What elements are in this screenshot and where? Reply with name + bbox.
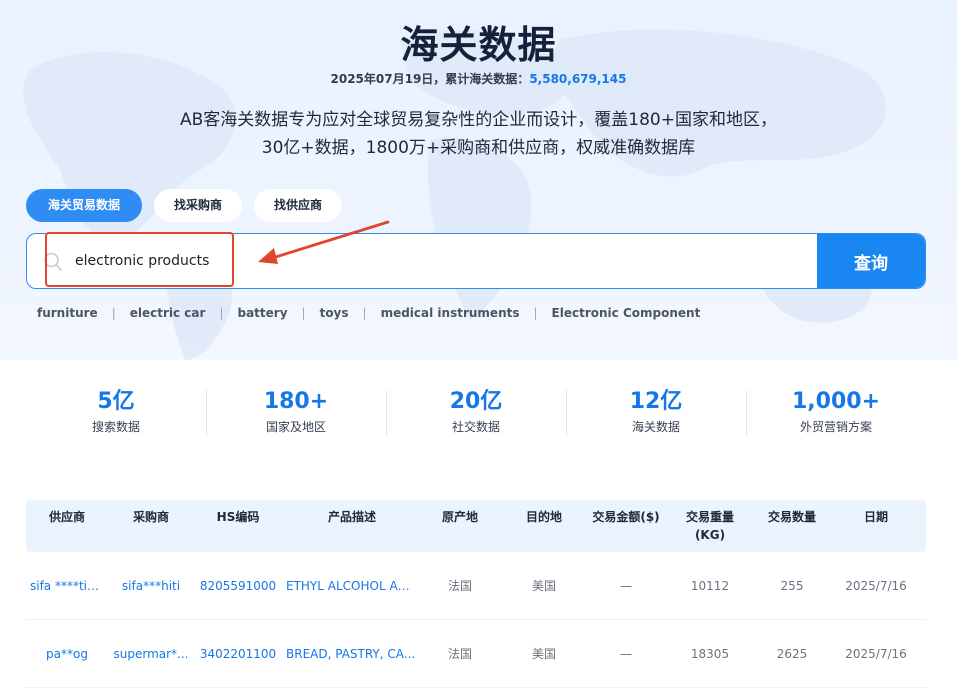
hero-section: 海关数据 2025年07月19日，累计海关数据：5,580,679,145 AB…	[0, 0, 957, 360]
stat-value: 180+	[263, 389, 329, 414]
description-line-2: 30亿+数据，1800万+采购商和供应商，权威准确数据库	[261, 138, 696, 158]
header-weight-unit: (KG)	[694, 528, 726, 542]
cell-date: 2025/7/16	[845, 578, 907, 593]
data-summary: 2025年07月19日，累计海关数据：5,580,679,145	[0, 70, 957, 87]
cell-destination: 美国	[531, 647, 556, 661]
total-count: 5,580,679,145	[529, 72, 627, 86]
header-date: 日期	[863, 510, 888, 524]
cell-buyer[interactable]: sifa***hiti	[108, 579, 194, 593]
stat-item: 180+ 国家及地区	[206, 388, 386, 440]
keyword-furniture[interactable]: furniture	[37, 306, 98, 320]
cell-supplier[interactable]: sifa ****time	[26, 579, 108, 593]
cell-weight: 18305	[690, 646, 730, 661]
stat-value: 5亿	[97, 389, 135, 414]
stat-label: 外贸营销方案	[799, 420, 872, 434]
table-row: pa**og supermar*... 3402201100 BREAD, PA…	[26, 620, 926, 688]
table-header: 供应商 采购商 HS编码 产品描述 原产地 目的地 交易金额($) 交易重量 (…	[26, 500, 926, 552]
description-line-1: AB客海关数据专为应对全球贸易复杂性的企业而设计，覆盖180+国家和地区，	[180, 110, 777, 130]
cell-weight: 10112	[690, 578, 730, 593]
keyword-separator: |	[219, 306, 224, 320]
header-weight-label: 交易重量	[685, 510, 734, 524]
date-prefix: 2025年07月19日，累计海关数据：	[330, 72, 530, 86]
cell-quantity: 2625	[776, 646, 808, 661]
header-origin: 原产地	[441, 510, 478, 524]
keyword-separator: |	[362, 306, 367, 320]
tab-customs-trade-data[interactable]: 海关贸易数据	[26, 189, 143, 222]
stat-item: 5亿 搜索数据	[26, 388, 206, 440]
stat-value: 12亿	[629, 389, 683, 414]
annotation-highlight-box	[45, 232, 234, 287]
header-amount: 交易金额($)	[592, 510, 660, 524]
annotation-arrow-icon	[258, 220, 390, 264]
tab-find-buyers[interactable]: 找采购商	[154, 189, 243, 222]
cell-hs-code[interactable]: 3402201100	[194, 647, 282, 661]
cell-destination: 美国	[531, 579, 556, 593]
header-buyer: 采购商	[132, 510, 169, 524]
stat-label: 搜索数据	[91, 420, 140, 434]
keyword-separator: |	[301, 306, 306, 320]
cell-buyer[interactable]: supermar*...	[108, 647, 194, 661]
cell-amount: —	[620, 578, 632, 593]
cell-product-description[interactable]: ETHYL ALCOHOL AN...	[282, 579, 422, 593]
table-row: sifa ****time sifa***hiti 8205591000 ETH…	[26, 552, 926, 620]
stat-label: 社交数据	[451, 420, 500, 434]
stat-item: 1,000+ 外贸营销方案	[746, 388, 926, 440]
cell-origin: 法国	[447, 647, 472, 661]
stat-item: 12亿 海关数据	[566, 388, 746, 440]
page-title: 海关数据	[400, 23, 557, 67]
stat-label: 国家及地区	[265, 420, 326, 434]
keyword-toys[interactable]: toys	[320, 306, 349, 320]
search-button[interactable]: 查询	[817, 234, 925, 288]
keyword-battery[interactable]: battery	[237, 306, 287, 320]
header-quantity: 交易数量	[767, 510, 816, 524]
cell-origin: 法国	[447, 579, 472, 593]
cell-product-description[interactable]: BREAD, PASTRY, CA...	[282, 647, 422, 661]
header-supplier: 供应商	[48, 510, 85, 524]
stat-value: 20亿	[449, 389, 503, 414]
cell-hs-code[interactable]: 8205591000	[194, 579, 282, 593]
stat-label: 海关数据	[631, 420, 680, 434]
cell-amount: —	[620, 646, 632, 661]
header-product-description: 产品描述	[327, 510, 376, 524]
header-hs-code: HS编码	[216, 510, 260, 524]
stat-item: 20亿 社交数据	[386, 388, 566, 440]
stats-row: 5亿 搜索数据 180+ 国家及地区 20亿 社交数据 12亿 海关数据 1,0…	[26, 388, 926, 440]
quick-keywords: furniture | electric car | battery | toy…	[37, 306, 700, 320]
cell-date: 2025/7/16	[845, 646, 907, 661]
customs-data-table: 供应商 采购商 HS编码 产品描述 原产地 目的地 交易金额($) 交易重量 (…	[26, 500, 926, 688]
header-weight: 交易重量 (KG)	[662, 508, 758, 544]
stat-value: 1,000+	[791, 389, 881, 414]
keyword-medical-instruments[interactable]: medical instruments	[381, 306, 520, 320]
keyword-separator: |	[533, 306, 538, 320]
cell-supplier[interactable]: pa**og	[26, 647, 108, 661]
keyword-electronic-component[interactable]: Electronic Component	[552, 306, 701, 320]
keyword-electric-car[interactable]: electric car	[130, 306, 206, 320]
keyword-separator: |	[111, 306, 116, 320]
hero-description: AB客海关数据专为应对全球贸易复杂性的企业而设计，覆盖180+国家和地区， 30…	[140, 106, 817, 162]
cell-quantity: 255	[780, 578, 804, 593]
header-destination: 目的地	[525, 510, 562, 524]
